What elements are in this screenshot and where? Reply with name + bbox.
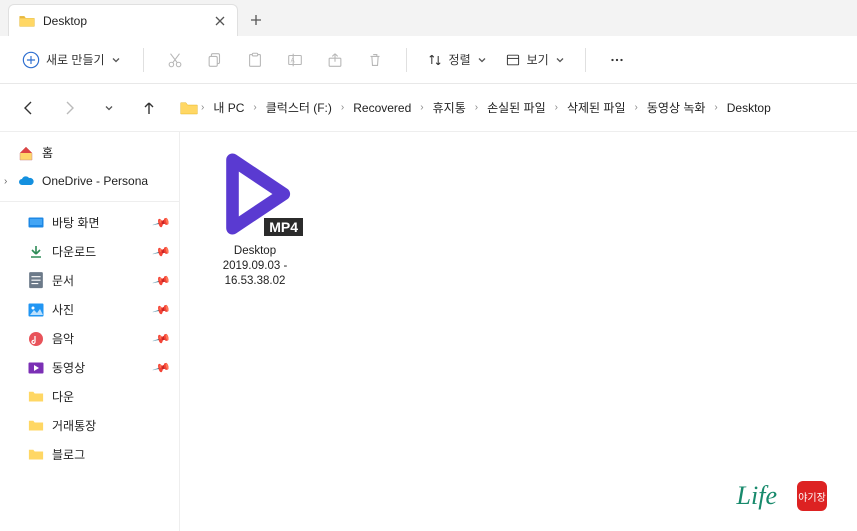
watermark-text: Life — [737, 481, 777, 511]
separator — [143, 48, 144, 72]
sidebar-item-label: 동영상 — [52, 359, 85, 376]
content-pane[interactable]: MP4 Desktop 2019.09.03 - 16.53.38.02 Lif… — [180, 132, 857, 531]
sidebar-item-downloads[interactable]: 다운로드 📌 — [0, 237, 179, 266]
new-button[interactable]: 새로 만들기 — [14, 47, 129, 73]
sort-icon — [427, 52, 443, 68]
rename-button[interactable]: A — [278, 45, 312, 75]
chevron-down-icon — [555, 55, 565, 65]
sidebar-item-label: 음악 — [52, 330, 74, 347]
sort-button[interactable]: 정렬 — [421, 47, 493, 72]
file-thumbnail: MP4 — [207, 146, 303, 242]
copy-button[interactable] — [198, 45, 232, 75]
sidebar-item-label: OneDrive - Persona — [42, 174, 148, 188]
folder-icon — [28, 389, 44, 405]
nav-recent-button[interactable] — [94, 93, 124, 123]
folder-icon — [180, 100, 198, 116]
download-icon — [28, 244, 44, 260]
picture-icon — [28, 302, 44, 318]
sidebar-item-label: 다운로드 — [52, 243, 96, 260]
breadcrumb-item[interactable]: 내 PC — [207, 96, 250, 119]
video-icon — [28, 360, 44, 376]
paste-button[interactable] — [238, 45, 272, 75]
sidebar-item-folder[interactable]: 다운 — [0, 382, 179, 411]
sidebar-item-home[interactable]: 홈 — [0, 138, 179, 167]
pin-icon: 📌 — [152, 300, 172, 320]
tab-close-button[interactable] — [213, 14, 227, 28]
folder-icon — [19, 14, 35, 28]
sidebar-item-label: 다운 — [52, 388, 74, 405]
sidebar-item-pictures[interactable]: 사진 📌 — [0, 295, 179, 324]
expand-icon[interactable]: › — [4, 176, 16, 187]
sidebar-item-videos[interactable]: 동영상 📌 — [0, 353, 179, 382]
view-button[interactable]: 보기 — [499, 47, 571, 72]
pin-icon: 📌 — [152, 329, 172, 349]
sidebar-item-label: 홈 — [42, 144, 53, 161]
tab-bar: Desktop — [0, 0, 857, 36]
address-bar[interactable]: › 내 PC› 클럭스터 (F:)› Recovered› 휴지통› 손실된 파… — [174, 92, 843, 124]
plus-circle-icon — [22, 51, 40, 69]
pin-icon: 📌 — [152, 271, 172, 291]
sidebar-item-onedrive[interactable]: › OneDrive - Persona — [0, 167, 179, 195]
pin-icon: 📌 — [152, 213, 172, 233]
separator — [585, 48, 586, 72]
document-icon — [28, 273, 44, 289]
tab-title: Desktop — [43, 14, 205, 28]
file-name: Desktop 2019.09.03 - 16.53.38.02 — [223, 244, 288, 289]
separator — [406, 48, 407, 72]
chevron-down-icon — [111, 55, 121, 65]
separator — [0, 201, 179, 202]
file-badge: MP4 — [264, 218, 303, 236]
tab-active[interactable]: Desktop — [8, 4, 238, 36]
view-icon — [505, 52, 521, 68]
pin-icon: 📌 — [152, 358, 172, 378]
nav-back-button[interactable] — [14, 93, 44, 123]
nav-forward-button[interactable] — [54, 93, 84, 123]
pin-icon: 📌 — [152, 242, 172, 262]
chevron-down-icon — [477, 55, 487, 65]
sidebar-item-label: 문서 — [52, 272, 74, 289]
sidebar: 홈 › OneDrive - Persona 바탕 화면 📌 다운로드 📌 문서… — [0, 132, 180, 531]
nav-up-button[interactable] — [134, 93, 164, 123]
sidebar-item-documents[interactable]: 문서 📌 — [0, 266, 179, 295]
sidebar-item-label: 블로그 — [52, 446, 85, 463]
breadcrumb-item[interactable]: 동영상 녹화 — [641, 96, 712, 119]
sidebar-item-folder[interactable]: 블로그 — [0, 440, 179, 469]
breadcrumb-item[interactable]: Recovered — [347, 98, 417, 118]
sidebar-item-label: 거래통장 — [52, 417, 96, 434]
breadcrumb-item[interactable]: 손실된 파일 — [481, 96, 552, 119]
file-item[interactable]: MP4 Desktop 2019.09.03 - 16.53.38.02 — [200, 146, 310, 289]
folder-icon — [28, 447, 44, 463]
folder-icon — [28, 418, 44, 434]
breadcrumb-item[interactable]: 클럭스터 (F:) — [260, 96, 338, 119]
sidebar-item-label: 사진 — [52, 301, 74, 318]
chevron-right-icon: › — [200, 102, 205, 113]
watermark-stamp: 야기장 — [797, 481, 827, 511]
breadcrumb-item[interactable]: Desktop — [721, 98, 777, 118]
home-icon — [18, 145, 34, 161]
sidebar-item-label: 바탕 화면 — [52, 214, 100, 231]
new-tab-button[interactable] — [238, 4, 274, 36]
music-icon — [28, 331, 44, 347]
cut-button[interactable] — [158, 45, 192, 75]
watermark: Life 야기장 — [737, 481, 827, 511]
svg-text:A: A — [290, 57, 295, 64]
sort-label: 정렬 — [449, 51, 471, 68]
explorer-body: 홈 › OneDrive - Persona 바탕 화면 📌 다운로드 📌 문서… — [0, 132, 857, 531]
breadcrumb-item[interactable]: 휴지통 — [427, 96, 472, 119]
share-button[interactable] — [318, 45, 352, 75]
view-label: 보기 — [527, 51, 549, 68]
more-button[interactable] — [600, 45, 634, 75]
toolbar: 새로 만들기 A 정렬 보기 — [0, 36, 857, 84]
delete-button[interactable] — [358, 45, 392, 75]
breadcrumb-item[interactable]: 삭제된 파일 — [561, 96, 632, 119]
sidebar-item-desktop[interactable]: 바탕 화면 📌 — [0, 208, 179, 237]
sidebar-item-music[interactable]: 음악 📌 — [0, 324, 179, 353]
desktop-icon — [28, 215, 44, 231]
sidebar-item-folder[interactable]: 거래통장 — [0, 411, 179, 440]
new-button-label: 새로 만들기 — [46, 51, 105, 68]
nav-bar: › 내 PC› 클럭스터 (F:)› Recovered› 휴지통› 손실된 파… — [0, 84, 857, 132]
cloud-icon — [18, 173, 34, 189]
